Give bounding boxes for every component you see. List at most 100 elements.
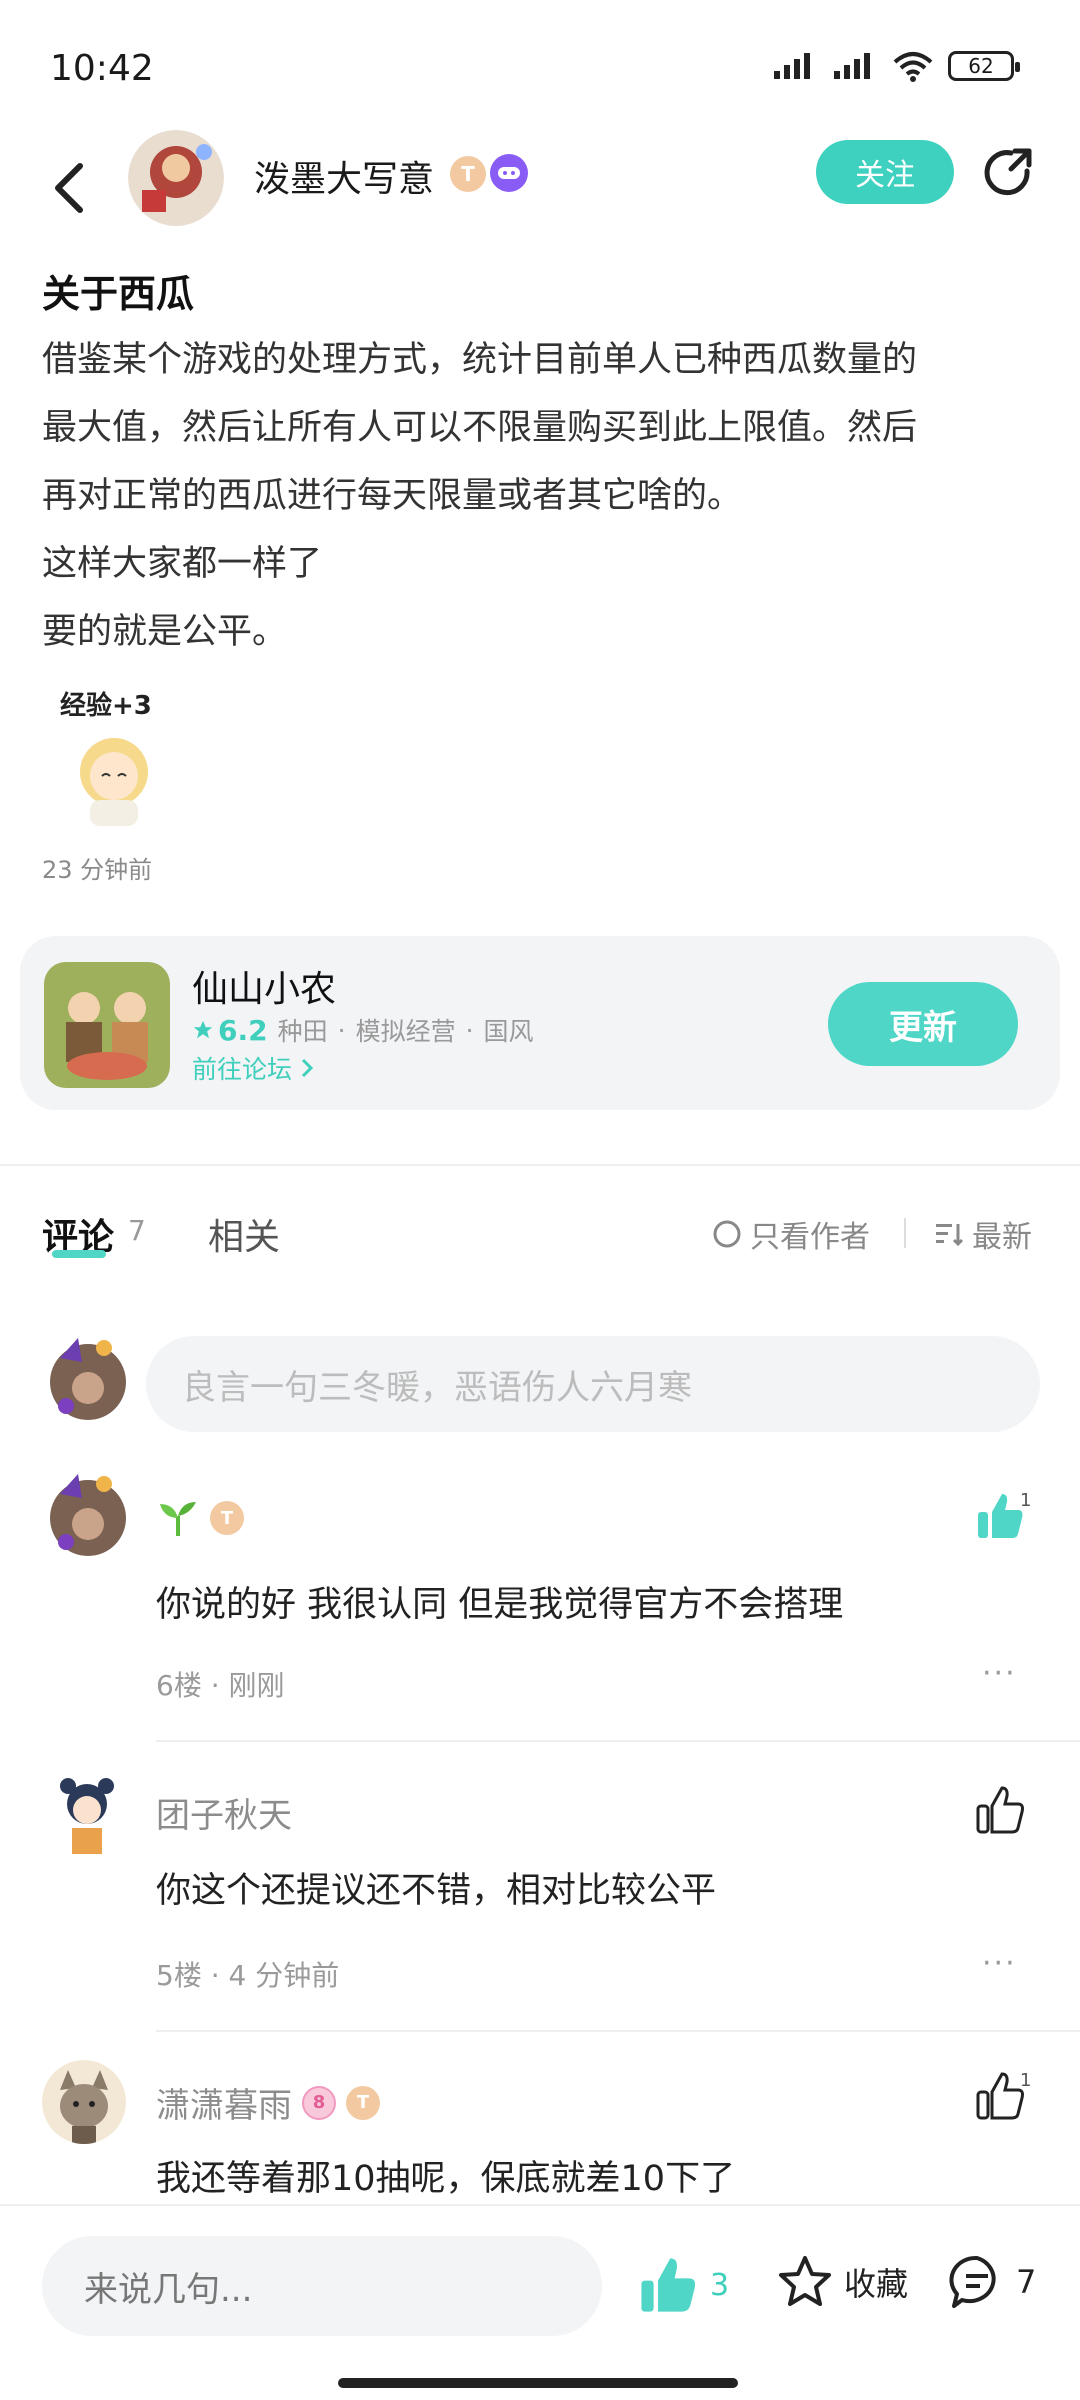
author-name[interactable]: 泼墨大写意 xyxy=(254,150,434,202)
comment-divider xyxy=(156,2030,1080,2032)
bottom-action-bar: 来说几句... 3 收藏 7 xyxy=(0,2204,1080,2400)
status-bar: 10:42 62 xyxy=(0,0,1080,130)
signal-icon xyxy=(774,53,810,79)
battery-level: 62 xyxy=(968,54,994,78)
comment-author[interactable]: 潇潇暮雨 8 T xyxy=(156,2078,380,2127)
favorite-label: 收藏 xyxy=(844,2265,909,2303)
post-line: 要的就是公平。 xyxy=(42,612,288,652)
game-name[interactable]: 仙山小农 xyxy=(192,960,336,1012)
game-icon[interactable] xyxy=(44,962,170,1088)
like-count: 1 xyxy=(1020,2070,1032,2091)
level-badge: T xyxy=(210,1501,244,1535)
tab-comments-count: 7 xyxy=(128,1214,146,1247)
sort-toggle[interactable]: 最新 xyxy=(934,1212,1032,1256)
tab-active-indicator xyxy=(52,1250,106,1258)
game-meta: 6.2 种田 · 模拟经营 · 国风 xyxy=(192,1012,534,1048)
bottom-like-button[interactable]: 3 xyxy=(636,2254,729,2316)
level-badge: T xyxy=(450,156,486,192)
author-avatar[interactable] xyxy=(128,130,224,226)
comment-input[interactable]: 良言一句三冬暖，恶语伤人六月寒 xyxy=(146,1336,1040,1432)
star-icon xyxy=(193,1020,213,1039)
comment-time: 4 分钟前 xyxy=(228,1959,340,1992)
comment-time: 刚刚 xyxy=(228,1669,285,1702)
comment-floor: 6楼 xyxy=(156,1669,202,1702)
more-dots-icon[interactable]: ··· xyxy=(982,1946,1017,1981)
comment-text: 你这个还提议还不错，相对比较公平 xyxy=(156,1871,717,1911)
exp-sticker: 经验+3 xyxy=(42,680,182,830)
gamer-badge-icon xyxy=(490,154,528,192)
sort-icon xyxy=(936,1224,964,1247)
vip-badge: 8 xyxy=(302,2085,336,2120)
comment-compose-row: 良言一句三冬暖，恶语伤人六月寒 xyxy=(0,1326,1080,1436)
comment-avatar[interactable] xyxy=(42,2060,126,2144)
comment-author[interactable]: 团子秋天 xyxy=(156,1788,292,1837)
thumbs-up-icon xyxy=(976,1786,1024,1834)
comment-avatar[interactable] xyxy=(42,1468,132,1558)
comment-item: 团子秋天 你这个还提议还不错，相对比较公平 5楼 · 4 分钟前 ··· xyxy=(0,1770,1080,2060)
thumbs-up-icon xyxy=(641,2258,696,2312)
favorite-star-icon xyxy=(779,2256,831,2306)
comment-bubble-icon xyxy=(949,2255,996,2308)
sort-label: 最新 xyxy=(972,1220,1032,1255)
comment-text: 我还等着那10抽呢，保底就差10下了 xyxy=(156,2159,736,2199)
comment-author[interactable]: T xyxy=(156,1498,244,1538)
follow-button[interactable]: 关注 xyxy=(816,140,954,204)
like-count: 1 xyxy=(1020,1490,1032,1511)
tag-separator: · xyxy=(337,1015,346,1045)
tab-related[interactable]: 相关 xyxy=(208,1208,280,1260)
post-line: 这样大家都一样了 xyxy=(42,544,323,584)
chevron-right-icon xyxy=(301,1058,314,1078)
tag-separator: · xyxy=(465,1015,474,1045)
wifi-icon xyxy=(893,52,933,82)
tab-separator xyxy=(904,1218,906,1248)
game-rating: 6.2 xyxy=(192,1014,268,1047)
more-dots-icon[interactable]: ··· xyxy=(982,1656,1017,1691)
post-line: 再对正常的西瓜进行每天限量或者其它啥的。 xyxy=(42,476,743,516)
comment-item: 潇潇暮雨 8 T 1 我还等着那10抽呢，保底就差10下了 xyxy=(0,2060,1080,2200)
battery-indicator: 62 xyxy=(948,51,1020,81)
game-rating-value: 6.2 xyxy=(218,1013,268,1047)
comment-item: T 1 你说的好 我很认同 但是我觉得官方不会搭理 6楼 · 刚刚 ··· xyxy=(0,1468,1080,1758)
comment-tabs: 评论 7 相关 只看作者 最新 xyxy=(0,1190,1080,1280)
level-badge: T xyxy=(346,2085,380,2120)
svg-text:经验+3: 经验+3 xyxy=(60,690,152,721)
post-time: 23 分钟前 xyxy=(42,856,153,884)
status-time: 10:42 xyxy=(50,48,154,89)
favorite-button[interactable]: 收藏 xyxy=(776,2254,908,2310)
comment-floor: 5楼 xyxy=(156,1959,202,1992)
my-avatar xyxy=(42,1332,134,1424)
post-line: 最大值，然后让所有人可以不限量购买到此上限值。然后 xyxy=(42,408,918,448)
comment-meta: 6楼 · 刚刚 xyxy=(156,1669,285,1702)
forum-link[interactable]: 前往论坛 xyxy=(192,1050,314,1086)
game-card[interactable]: 仙山小农 6.2 种田 · 模拟经营 · 国风 前往论坛 更新 xyxy=(20,936,1060,1110)
status-icons: 62 xyxy=(772,50,1020,82)
bottom-comment-input[interactable]: 来说几句... xyxy=(42,2236,602,2336)
back-icon[interactable] xyxy=(44,148,94,228)
forum-link-label: 前往论坛 xyxy=(192,1055,293,1084)
game-tag: 国风 xyxy=(483,1017,534,1046)
comment-author-name: 潇潇暮雨 xyxy=(156,2086,292,2126)
post-body: 关于西瓜 借鉴某个游戏的处理方式，统计目前单人已种西瓜数量的 最大值，然后让所有… xyxy=(42,262,1042,666)
home-indicator[interactable] xyxy=(338,2378,738,2388)
comment-text: 你说的好 我很认同 但是我觉得官方不会搭理 xyxy=(156,1585,844,1625)
comment-divider xyxy=(156,1740,1080,1742)
signal-icon-2 xyxy=(834,53,870,79)
bottom-like-count: 3 xyxy=(710,2267,730,2303)
post-title: 关于西瓜 xyxy=(42,272,195,316)
only-author-toggle[interactable]: 只看作者 xyxy=(712,1212,870,1256)
game-tag: 种田 xyxy=(277,1017,328,1046)
only-author-label: 只看作者 xyxy=(750,1220,870,1255)
post-line: 借鉴某个游戏的处理方式，统计目前单人已种西瓜数量的 xyxy=(42,340,918,380)
share-icon[interactable] xyxy=(976,140,1042,206)
post-header: 泼墨大写意 T 关注 xyxy=(0,130,1080,250)
like-button[interactable] xyxy=(972,1782,1028,1838)
radio-circle-icon xyxy=(713,1220,741,1248)
update-button[interactable]: 更新 xyxy=(828,982,1018,1066)
comments-count: 7 xyxy=(1016,2263,1037,2301)
comment-meta: 5楼 · 4 分钟前 xyxy=(156,1959,340,1992)
comments-button[interactable]: 7 xyxy=(948,2254,1036,2310)
sprout-icon xyxy=(160,1502,196,1536)
comment-avatar[interactable] xyxy=(42,1770,132,1860)
section-divider xyxy=(0,1164,1080,1166)
game-tag: 模拟经营 xyxy=(355,1017,456,1046)
